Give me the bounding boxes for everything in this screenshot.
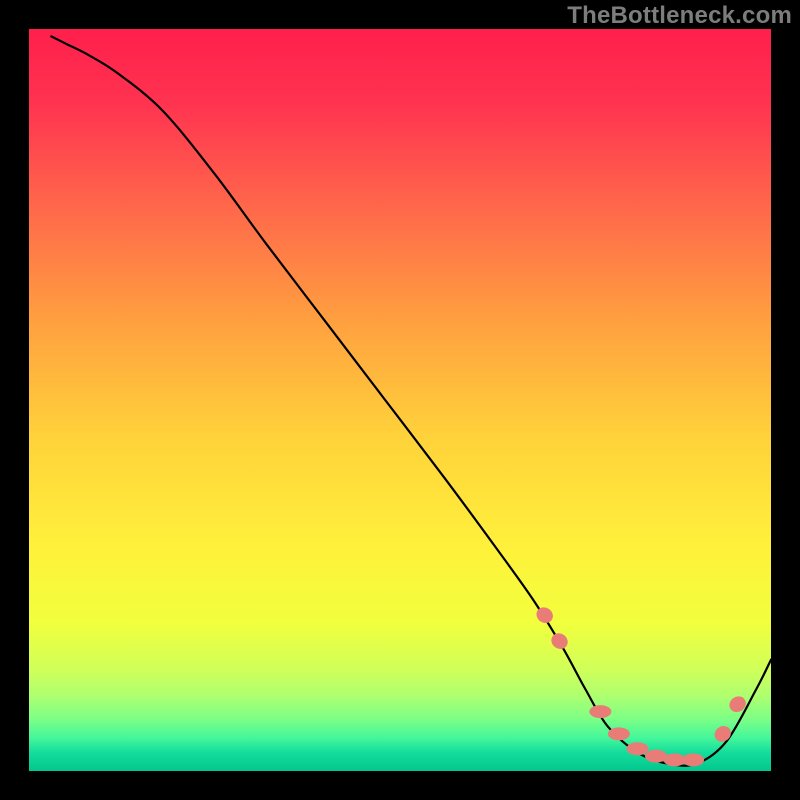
highlight-dot <box>589 705 611 718</box>
bottleneck-chart <box>0 0 800 800</box>
chart-root: TheBottleneck.com <box>0 0 800 800</box>
gradient-panel <box>29 29 771 771</box>
highlight-dot <box>626 742 648 755</box>
highlight-dot <box>682 753 704 766</box>
watermark-label: TheBottleneck.com <box>567 2 792 30</box>
highlight-dot <box>608 727 630 740</box>
